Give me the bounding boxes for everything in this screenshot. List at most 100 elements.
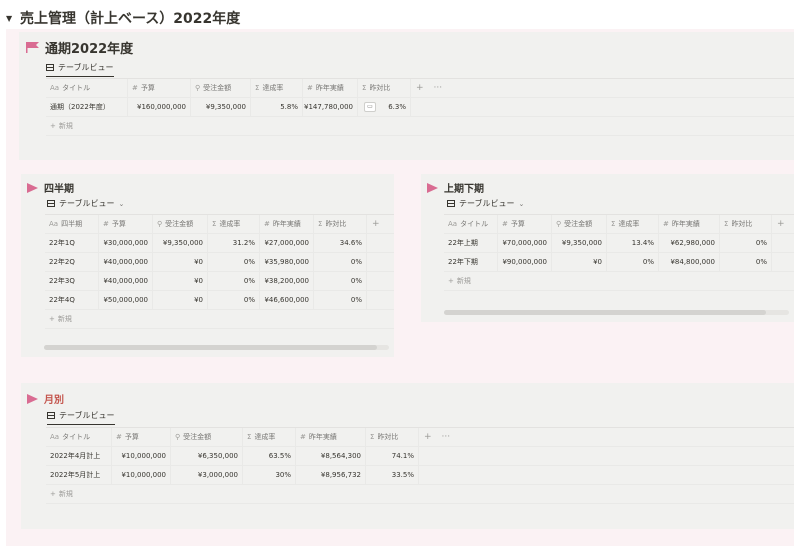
row-rate[interactable]: 0%: [607, 253, 659, 271]
row-title[interactable]: 22年4Q: [45, 291, 99, 309]
row-rate[interactable]: 0%: [208, 253, 260, 271]
row-orders[interactable]: ¥9,350,000: [153, 234, 208, 252]
row-title[interactable]: 22年下期: [444, 253, 498, 271]
col-rate[interactable]: Σ 達成率: [607, 215, 659, 233]
row-budget[interactable]: ¥30,000,000: [99, 234, 153, 252]
col-title[interactable]: Aa タイトル: [46, 79, 128, 97]
table-row[interactable]: 22年1Q ¥30,000,000 ¥9,350,000 31.2% ¥27,0…: [45, 234, 394, 253]
col-rate[interactable]: Σ 達成率: [208, 215, 260, 233]
open-row-icon[interactable]: ▭: [364, 102, 376, 112]
row-last-year[interactable]: ¥35,980,000: [260, 253, 314, 271]
row-orders[interactable]: ¥0: [153, 253, 208, 271]
table-row[interactable]: 2022年4月計上 ¥10,000,000 ¥6,350,000 63.5% ¥…: [46, 447, 794, 466]
row-yoy[interactable]: 0%: [314, 253, 367, 271]
row-last-year[interactable]: ¥8,956,732: [296, 466, 366, 484]
row-budget[interactable]: ¥90,000,000: [498, 253, 552, 271]
table-row[interactable]: 22年2Q ¥40,000,000 ¥0 0% ¥35,980,000 0%: [45, 253, 394, 272]
table-row[interactable]: 22年下期 ¥90,000,000 ¥0 0% ¥84,800,000 0%: [444, 253, 794, 272]
row-budget[interactable]: ¥160,000,000: [128, 98, 191, 116]
row-title[interactable]: 22年1Q: [45, 234, 99, 252]
row-yoy[interactable]: 74.1%: [366, 447, 419, 465]
row-rate[interactable]: 5.8%: [251, 98, 303, 116]
row-rate[interactable]: 30%: [243, 466, 296, 484]
col-title[interactable]: Aa タイトル: [46, 428, 112, 446]
col-title[interactable]: Aa タイトル: [444, 215, 498, 233]
row-budget[interactable]: ¥40,000,000: [99, 272, 153, 290]
row-orders[interactable]: ¥9,350,000: [552, 234, 607, 252]
add-property-icon[interactable]: +: [772, 219, 790, 229]
table-row[interactable]: 通期（2022年度） ¥160,000,000 ¥9,350,000 5.8% …: [46, 98, 794, 117]
row-orders[interactable]: ¥0: [552, 253, 607, 271]
row-rate[interactable]: 13.4%: [607, 234, 659, 252]
chevron-down-icon[interactable]: ⌄: [119, 200, 125, 208]
col-quarter[interactable]: Aa 四半期: [45, 215, 99, 233]
row-budget[interactable]: ¥10,000,000: [112, 447, 171, 465]
new-row-button[interactable]: + 新規: [444, 272, 794, 291]
row-rate[interactable]: 31.2%: [208, 234, 260, 252]
new-row-button[interactable]: + 新規: [46, 117, 794, 136]
chevron-down-icon[interactable]: ⌄: [519, 200, 525, 208]
col-last-year[interactable]: # 昨年実績: [296, 428, 366, 446]
row-last-year[interactable]: ¥84,800,000: [659, 253, 720, 271]
row-last-year[interactable]: ¥46,600,000: [260, 291, 314, 309]
row-budget[interactable]: ¥50,000,000: [99, 291, 153, 309]
row-budget[interactable]: ¥40,000,000: [99, 253, 153, 271]
col-yoy[interactable]: Σ 昨対比: [720, 215, 772, 233]
new-row-button[interactable]: + 新規: [46, 485, 794, 504]
col-last-year[interactable]: # 昨年実績: [260, 215, 314, 233]
row-last-year[interactable]: ¥62,980,000: [659, 234, 720, 252]
triangle-right-icon[interactable]: [427, 182, 438, 193]
row-orders[interactable]: ¥9,350,000: [191, 98, 251, 116]
col-orders[interactable]: ⚲ 受注金額: [191, 79, 251, 97]
col-budget[interactable]: # 予算: [99, 215, 153, 233]
tab-table-view[interactable]: テーブルビュー ⌄: [47, 198, 124, 212]
col-rate[interactable]: Σ 達成率: [243, 428, 296, 446]
table-row[interactable]: 22年4Q ¥50,000,000 ¥0 0% ¥46,600,000 0%: [45, 291, 394, 310]
row-last-year[interactable]: ¥27,000,000: [260, 234, 314, 252]
row-yoy[interactable]: 0%: [314, 291, 367, 309]
page-toggle-header[interactable]: ▼ 売上管理（計上ベース）2022年度: [6, 8, 240, 28]
triangle-down-icon[interactable]: ▼: [6, 14, 20, 23]
row-yoy[interactable]: 34.6%: [314, 234, 367, 252]
col-budget[interactable]: # 予算: [112, 428, 171, 446]
row-rate[interactable]: 0%: [208, 291, 260, 309]
row-orders[interactable]: ¥3,000,000: [171, 466, 243, 484]
col-last-year[interactable]: # 昨年実績: [659, 215, 720, 233]
row-yoy[interactable]: 0%: [720, 253, 772, 271]
col-budget[interactable]: # 予算: [498, 215, 552, 233]
row-last-year[interactable]: ¥147,780,000: [303, 98, 358, 116]
col-orders[interactable]: ⚲ 受注金額: [153, 215, 208, 233]
row-title[interactable]: 22年上期: [444, 234, 498, 252]
row-rate[interactable]: 0%: [208, 272, 260, 290]
col-budget[interactable]: # 予算: [128, 79, 191, 97]
row-orders[interactable]: ¥6,350,000: [171, 447, 243, 465]
more-icon[interactable]: ···: [437, 432, 456, 442]
row-title[interactable]: 22年3Q: [45, 272, 99, 290]
more-icon[interactable]: ···: [429, 83, 448, 93]
row-orders[interactable]: ¥0: [153, 291, 208, 309]
row-orders[interactable]: ¥0: [153, 272, 208, 290]
row-title[interactable]: 2022年4月計上: [46, 447, 112, 465]
col-orders[interactable]: ⚲ 受注金額: [552, 215, 607, 233]
col-yoy[interactable]: Σ 昨対比: [366, 428, 419, 446]
row-yoy[interactable]: 0%: [720, 234, 772, 252]
row-title[interactable]: 通期（2022年度）: [46, 98, 128, 116]
horizontal-scrollbar[interactable]: [44, 345, 377, 350]
row-yoy[interactable]: 33.5%: [366, 466, 419, 484]
add-property-icon[interactable]: +: [419, 432, 437, 442]
horizontal-scrollbar[interactable]: [444, 310, 766, 315]
row-budget[interactable]: ¥70,000,000: [498, 234, 552, 252]
col-rate[interactable]: Σ 達成率: [251, 79, 303, 97]
triangle-right-icon[interactable]: [27, 182, 38, 193]
row-yoy[interactable]: 0%: [314, 272, 367, 290]
tab-table-view[interactable]: テーブルビュー: [47, 410, 115, 425]
add-property-icon[interactable]: +: [367, 219, 385, 229]
new-row-button[interactable]: + 新規: [45, 310, 394, 329]
col-yoy[interactable]: Σ 昨対比: [314, 215, 367, 233]
table-row[interactable]: 22年上期 ¥70,000,000 ¥9,350,000 13.4% ¥62,9…: [444, 234, 794, 253]
row-last-year[interactable]: ¥38,200,000: [260, 272, 314, 290]
col-last-year[interactable]: # 昨年実績: [303, 79, 358, 97]
row-rate[interactable]: 63.5%: [243, 447, 296, 465]
col-yoy[interactable]: Σ 昨対比: [358, 79, 411, 97]
table-row[interactable]: 22年3Q ¥40,000,000 ¥0 0% ¥38,200,000 0%: [45, 272, 394, 291]
